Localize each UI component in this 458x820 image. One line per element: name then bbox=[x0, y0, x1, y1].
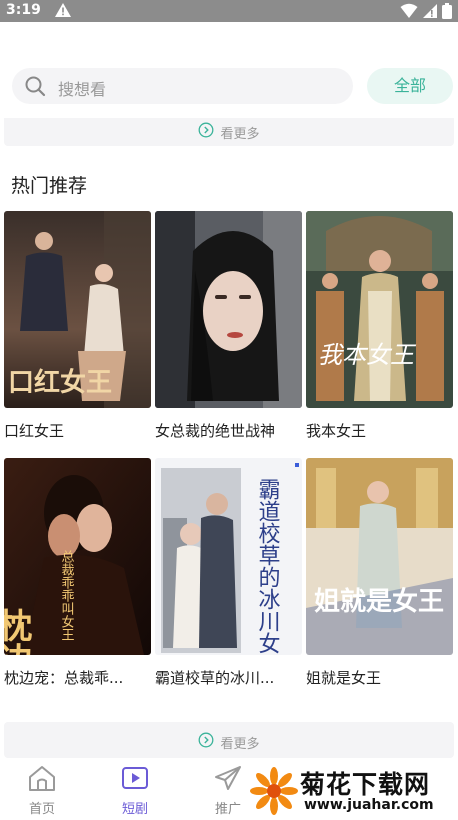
drama-title: 枕边宠：总裁乖... bbox=[4, 669, 124, 687]
poster-title: 枕边宠 bbox=[4, 608, 32, 655]
drama-poster: 口红女王 bbox=[4, 211, 151, 408]
drama-title: 口红女王 bbox=[4, 422, 65, 440]
play-icon bbox=[120, 767, 150, 796]
paper-plane-icon bbox=[213, 766, 243, 796]
watermark-url: www.juahar.com bbox=[304, 797, 434, 813]
drama-card[interactable]: 我本女王 我本女王 bbox=[306, 211, 453, 441]
nav-promote[interactable]: 推广 bbox=[198, 764, 258, 817]
watermark: 菊花下载网 www.juahar.com bbox=[250, 763, 455, 819]
poster-subtitle: 总裁乖乖叫女王 bbox=[59, 550, 75, 641]
drama-title: 姐就是女王 bbox=[306, 669, 382, 687]
all-button[interactable]: 全部 bbox=[367, 68, 453, 104]
poster-title: 霸道校草的冰川女王 bbox=[255, 478, 281, 655]
battery-icon bbox=[442, 3, 452, 23]
drama-poster: 姐就是女王 bbox=[306, 458, 453, 655]
nav-promote-label: 推广 bbox=[214, 802, 241, 817]
nav-shorts-label: 短剧 bbox=[121, 802, 148, 817]
search-placeholder: 搜想看 bbox=[58, 80, 107, 99]
nav-shorts[interactable]: 短剧 bbox=[105, 764, 165, 817]
watermark-title: 菊花下载网 bbox=[300, 770, 431, 799]
status-icons bbox=[400, 3, 452, 23]
see-more-label: 看更多 bbox=[220, 126, 260, 142]
drama-card[interactable]: 姐就是女王 姐就是女王 bbox=[306, 458, 453, 688]
drama-card[interactable]: 枕边宠 总裁乖乖叫女王 枕边宠：总裁乖... bbox=[4, 458, 151, 688]
svg-text:霸道校草的冰川女王: 霸道校草的冰川女王 bbox=[255, 478, 281, 655]
see-more-bottom[interactable]: 看更多 bbox=[4, 722, 454, 758]
status-time: 3:19 bbox=[6, 2, 41, 18]
drama-title: 我本女王 bbox=[306, 422, 367, 440]
svg-text:总裁乖乖叫女王: 总裁乖乖叫女王 bbox=[59, 550, 75, 641]
warning-icon bbox=[54, 1, 72, 23]
see-more-label: 看更多 bbox=[220, 736, 260, 752]
chevron-circle-icon bbox=[198, 122, 214, 142]
drama-card[interactable]: 口红女王 口红女王 bbox=[4, 211, 151, 441]
section-title: 热门推荐 bbox=[11, 175, 88, 197]
nav-home-label: 首页 bbox=[28, 802, 55, 817]
drama-card[interactable]: 霸道校草的冰川女王 霸道校草的冰川... bbox=[155, 458, 302, 688]
svg-text:枕边宠: 枕边宠 bbox=[4, 608, 32, 655]
poster-title: 我本女王 bbox=[318, 341, 417, 369]
poster-title: 口红女王 bbox=[8, 367, 112, 398]
svg-text:口红女王: 口红女王 bbox=[8, 367, 112, 398]
search-input[interactable]: 搜想看 bbox=[12, 68, 353, 104]
flower-logo-icon bbox=[250, 767, 298, 819]
nav-home[interactable]: 首页 bbox=[12, 764, 72, 817]
wifi-icon bbox=[400, 3, 418, 23]
drama-poster: 枕边宠 总裁乖乖叫女王 bbox=[4, 458, 151, 655]
search-icon bbox=[24, 75, 46, 101]
signal-icon bbox=[422, 3, 438, 23]
drama-poster: 我本女王 bbox=[306, 211, 453, 408]
see-more-top[interactable]: 看更多 bbox=[4, 118, 454, 146]
drama-poster: 霸道校草的冰川女王 bbox=[155, 458, 302, 655]
svg-text:我本女王: 我本女王 bbox=[318, 341, 417, 369]
home-icon bbox=[27, 766, 57, 796]
drama-title: 女总裁的绝世战神 bbox=[155, 422, 276, 440]
search-row: 搜想看 全部 bbox=[0, 64, 458, 108]
drama-poster bbox=[155, 211, 302, 408]
status-bar: 3:19 bbox=[0, 0, 458, 22]
drama-title: 霸道校草的冰川... bbox=[155, 669, 275, 687]
drama-card[interactable]: 女总裁的绝世战神 bbox=[155, 211, 302, 441]
chevron-circle-icon bbox=[198, 732, 214, 752]
svg-text:姐就是女王: 姐就是女王 bbox=[314, 586, 444, 617]
poster-title: 姐就是女王 bbox=[314, 586, 444, 617]
